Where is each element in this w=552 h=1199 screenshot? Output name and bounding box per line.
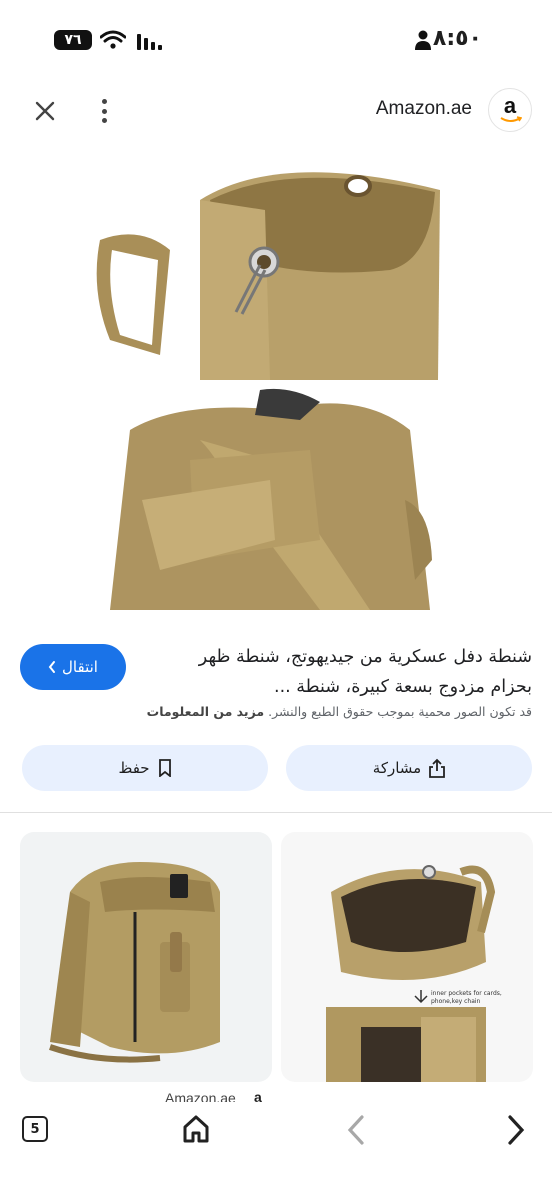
visit-label: انتقال <box>62 658 98 676</box>
status-bar: ٧٦ ٨:٥٠ <box>0 0 552 80</box>
share-button[interactable]: مشاركة <box>286 745 532 791</box>
product-image[interactable] <box>60 140 492 622</box>
site-logo[interactable]: a <box>488 88 532 132</box>
share-label: مشاركة <box>372 759 422 777</box>
tab-count: 5 <box>30 1121 40 1137</box>
site-name[interactable]: Amazon.ae <box>376 98 472 120</box>
forward-icon[interactable] <box>504 1114 528 1146</box>
close-icon <box>35 101 55 121</box>
amazon-smile-icon <box>500 116 522 122</box>
result-title[interactable]: شنطة دفل عسكرية من جيديهوتج، شنطة ظهر بح… <box>162 642 532 702</box>
visit-button[interactable]: انتقال <box>20 644 126 690</box>
inset-caption-line-2: phone,key chain <box>431 998 481 1005</box>
save-button[interactable]: حفظ <box>22 745 268 791</box>
backpack-interior-image: inner pockets for cards, phone,key chain <box>326 865 502 1082</box>
inset-caption-line-1: inner pockets for cards, <box>431 990 502 997</box>
person-icon <box>415 30 431 50</box>
save-label: حفظ <box>118 759 150 777</box>
bottom-navigation: 5 <box>0 1102 552 1199</box>
divider <box>0 812 552 813</box>
signal-icon <box>137 34 162 50</box>
clock: ٨:٥٠ <box>432 26 482 51</box>
related-image-card[interactable] <box>20 832 272 1082</box>
copyright-text: قد تكون الصور محمية بموجب حقوق الطبع وال… <box>268 704 532 719</box>
more-info-link[interactable]: مزيد من المعلومات <box>147 704 264 719</box>
close-button[interactable] <box>30 96 60 126</box>
more-vert-icon <box>101 99 107 104</box>
share-icon <box>429 758 446 778</box>
back-icon[interactable] <box>344 1114 368 1146</box>
viewer-header: Amazon.ae a <box>0 82 552 138</box>
bookmark-icon <box>158 759 171 777</box>
more-options-button[interactable] <box>92 94 116 128</box>
tabs-button[interactable]: 5 <box>22 1116 48 1142</box>
backpack-image <box>49 862 220 1063</box>
battery-indicator: ٧٦ <box>54 30 92 50</box>
chevron-right-icon <box>48 661 56 673</box>
home-icon[interactable] <box>182 1114 210 1144</box>
wifi-icon <box>100 30 126 49</box>
related-image-card[interactable]: inner pockets for cards, phone,key chain <box>281 832 533 1082</box>
copyright-notice: قد تكون الصور محمية بموجب حقوق الطبع وال… <box>12 704 532 719</box>
battery-level: ٧٦ <box>64 32 82 48</box>
